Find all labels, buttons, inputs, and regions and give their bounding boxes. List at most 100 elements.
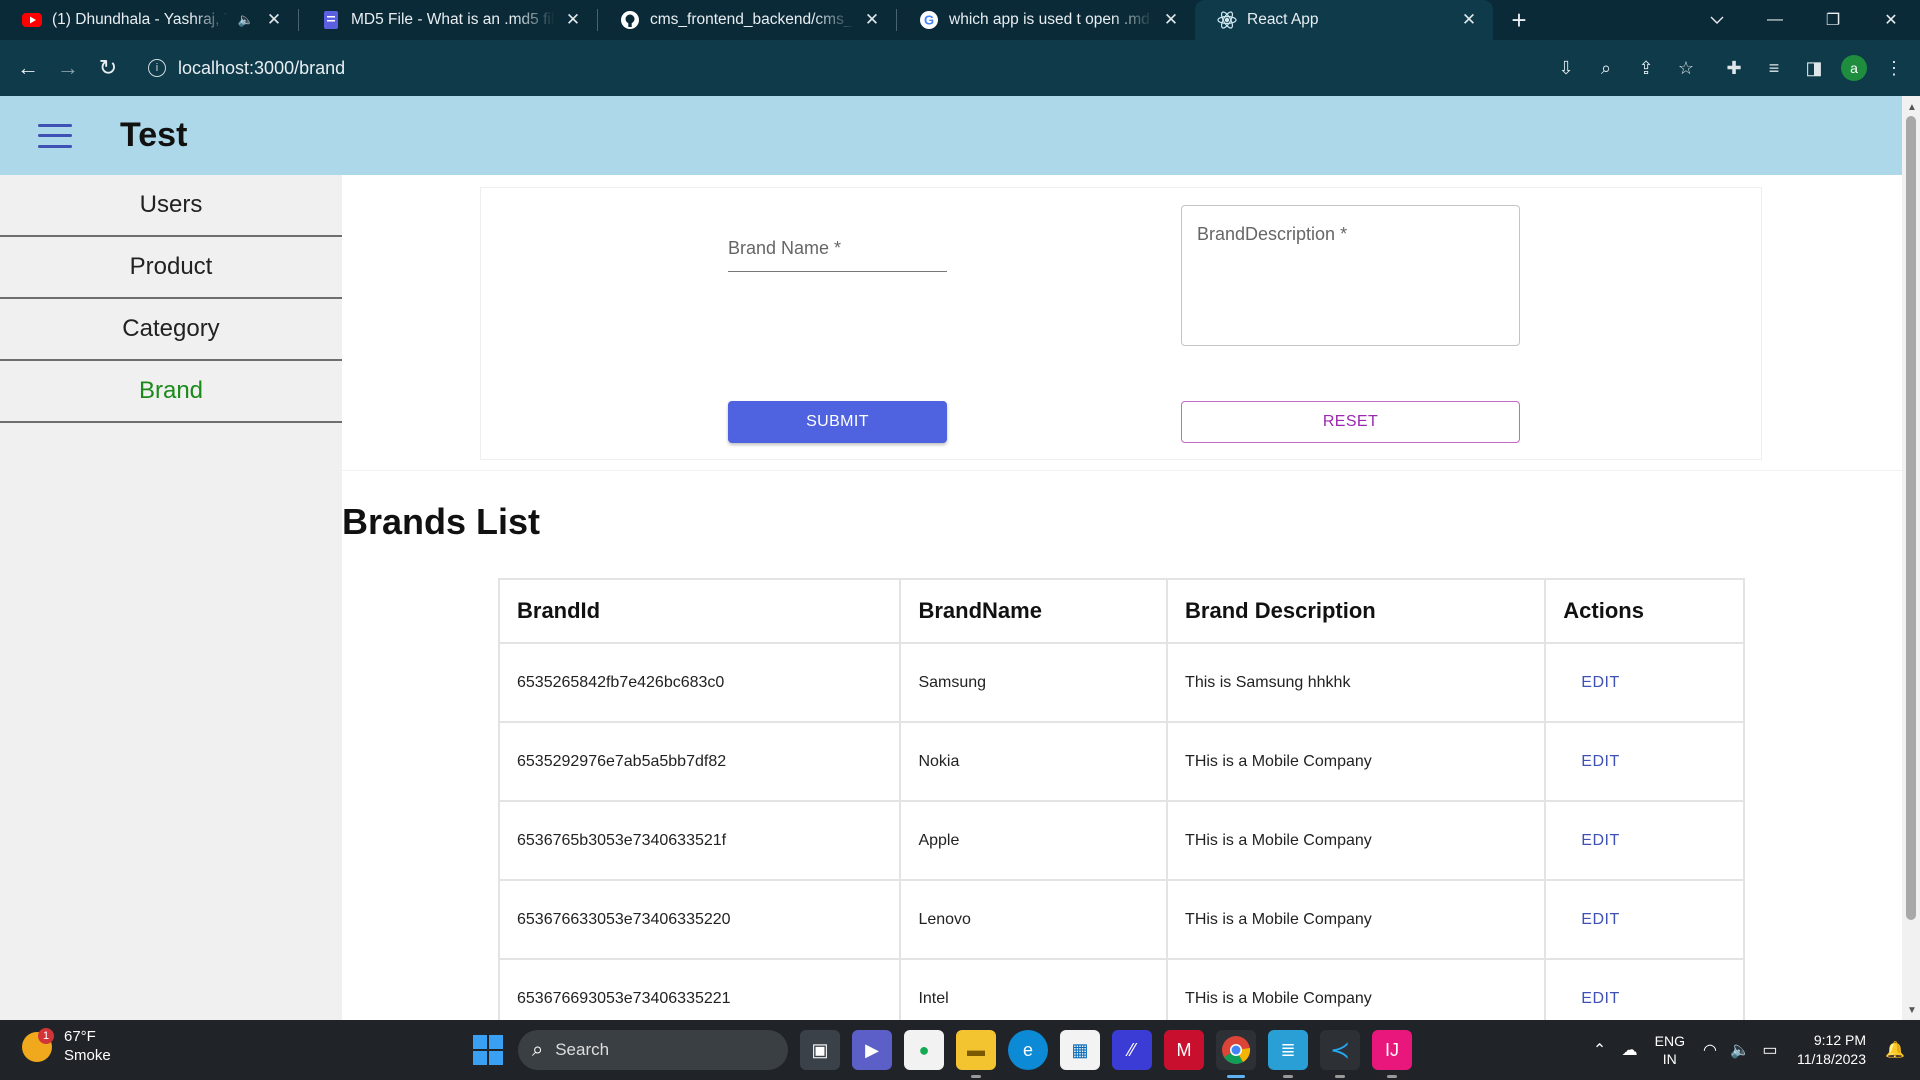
vscode-icon[interactable]: ≺: [1320, 1030, 1360, 1078]
brand-description-field[interactable]: BrandDescription *: [1181, 205, 1520, 346]
edit-button[interactable]: EDIT: [1544, 800, 1745, 881]
edit-button[interactable]: EDIT: [1544, 642, 1745, 723]
mongodb-compass-icon[interactable]: ●: [904, 1030, 944, 1070]
wifi-icon[interactable]: ◠: [1695, 1040, 1725, 1060]
column-header-brandname: BrandName: [899, 578, 1169, 644]
bookmark-star-icon[interactable]: ☆: [1668, 50, 1704, 86]
back-arrow-icon[interactable]: ←: [8, 48, 48, 88]
sidebar-item-product[interactable]: Product: [0, 237, 342, 299]
share-icon[interactable]: ⇪: [1628, 50, 1664, 86]
close-icon[interactable]: ✕: [264, 10, 284, 30]
brands-list-title: Brands List: [342, 501, 541, 542]
restore-button[interactable]: ❐: [1804, 0, 1862, 40]
youtube-icon: [22, 10, 42, 30]
brand-id-cell: 6535292976e7ab5a5bb7df82: [497, 721, 902, 802]
tab-title: (1) Dhundhala - Yashraj, Talw: [52, 11, 228, 28]
edit-button[interactable]: EDIT: [1544, 958, 1745, 1020]
scroll-down-arrow-icon[interactable]: ▼: [1907, 1005, 1917, 1016]
speaker-icon[interactable]: 🔈: [236, 10, 256, 30]
taskbar-search[interactable]: ⌕ Search: [518, 1030, 788, 1070]
browser-tab[interactable]: (1) Dhundhala - Yashraj, Talw 🔈 ✕: [0, 0, 298, 40]
brand-description-cell: THis is a Mobile Company: [1166, 958, 1547, 1020]
windows-taskbar: 1 67°F Smoke ⌕ Search ▣ ▶ ● ▬ e ▦ ⁄⁄ M ≣…: [0, 1020, 1920, 1080]
side-panel-icon[interactable]: ◨: [1796, 50, 1832, 86]
brand-id-cell: 653676693053e73406335221: [497, 958, 902, 1020]
mcafee-icon[interactable]: M: [1164, 1030, 1204, 1070]
battery-icon[interactable]: ▭: [1755, 1040, 1785, 1060]
brand-name-cell: Lenovo: [899, 879, 1169, 960]
document-icon: [321, 10, 341, 30]
scroll-up-arrow-icon[interactable]: ▲: [1907, 102, 1917, 113]
onedrive-icon[interactable]: ☁: [1615, 1040, 1645, 1060]
divider: [342, 470, 1902, 471]
studio3t-icon[interactable]: ⁄⁄: [1112, 1030, 1152, 1070]
sidebar-item-users[interactable]: Users: [0, 175, 342, 237]
zoom-icon[interactable]: ⌕: [1588, 50, 1624, 86]
svg-text:G: G: [924, 13, 934, 28]
table-row: 653676693053e73406335221 Intel THis is a…: [497, 958, 1745, 1020]
brand-name-field[interactable]: Brand Name *: [728, 228, 947, 272]
close-icon[interactable]: ✕: [1459, 10, 1479, 30]
brand-name-cell: Samsung: [899, 642, 1169, 723]
toolbar-right: ⇩ ⌕ ⇪ ☆ ✚ ≡ ◨ a ⋮: [1548, 48, 1912, 88]
forward-arrow-icon[interactable]: →: [48, 48, 88, 88]
browser-tab[interactable]: MD5 File - What is an .md5 file a ✕: [299, 0, 597, 40]
weather-widget[interactable]: 1 67°F Smoke: [22, 1028, 111, 1066]
edit-button[interactable]: EDIT: [1544, 879, 1745, 960]
reload-icon[interactable]: ↻: [88, 48, 128, 88]
windows-start-icon[interactable]: [470, 1032, 506, 1068]
weather-condition: Smoke: [64, 1047, 111, 1064]
hamburger-menu-icon[interactable]: [38, 123, 72, 148]
close-window-button[interactable]: ✕: [1862, 0, 1920, 40]
new-tab-button[interactable]: +: [1499, 0, 1539, 40]
column-header-description: Brand Description: [1166, 578, 1547, 644]
address-bar[interactable]: i localhost:3000/brand: [134, 48, 1534, 88]
brand-id-cell: 6535265842fb7e426bc683c0: [497, 642, 902, 723]
submit-button[interactable]: SUBMIT: [728, 401, 947, 443]
tab-title: React App: [1247, 11, 1319, 28]
close-icon[interactable]: ✕: [1161, 10, 1181, 30]
sidebar-item-category[interactable]: Category: [0, 299, 342, 361]
chevron-up-icon[interactable]: ⌃: [1585, 1040, 1615, 1060]
menu-kebab-icon[interactable]: ⋮: [1876, 50, 1912, 86]
clock-time: 9:12 PM: [1813, 1032, 1866, 1048]
close-icon[interactable]: ✕: [563, 10, 583, 30]
edge-browser-icon[interactable]: e: [1008, 1030, 1048, 1070]
intellij-idea-icon[interactable]: IJ: [1372, 1030, 1412, 1078]
tab-search-chevron-icon[interactable]: [1688, 0, 1746, 40]
language-indicator[interactable]: ENG IN: [1655, 1032, 1685, 1068]
region-code: IN: [1662, 1051, 1677, 1067]
volume-icon[interactable]: 🔈: [1725, 1040, 1755, 1060]
brand-name-cell: Apple: [899, 800, 1169, 881]
edit-button[interactable]: EDIT: [1544, 721, 1745, 802]
site-info-icon[interactable]: i: [148, 59, 166, 77]
file-explorer-icon[interactable]: ▬: [956, 1030, 996, 1078]
browser-tab[interactable]: G which app is used t open .md fil ✕: [897, 0, 1195, 40]
page-scrollbar[interactable]: ▲ ▼: [1902, 96, 1920, 1020]
brand-id-cell: 6536765b3053e7340633521f: [497, 800, 902, 881]
clock-date: 11/18/2023: [1796, 1051, 1866, 1067]
extensions-icon[interactable]: ✚: [1716, 50, 1752, 86]
teams-chat-icon[interactable]: ▶: [852, 1030, 892, 1070]
browser-tab-active[interactable]: React App ✕: [1195, 0, 1493, 40]
system-tray: ⌃ ☁ ENG IN ◠ 🔈 ▭ 9:12 PM 11/18/2023 🔔: [1585, 1020, 1920, 1080]
sidebar-item-brand[interactable]: Brand: [0, 361, 342, 423]
media-queue-icon[interactable]: ≡: [1756, 50, 1792, 86]
notepad-icon[interactable]: ≣: [1268, 1030, 1308, 1078]
clock[interactable]: 9:12 PM 11/18/2023: [1797, 1031, 1866, 1069]
reset-button[interactable]: RESET: [1181, 401, 1520, 443]
browser-tab[interactable]: cms_frontend_backend/cms_rea ✕: [598, 0, 896, 40]
microsoft-store-icon[interactable]: ▦: [1060, 1030, 1100, 1070]
app-title: Test: [120, 116, 188, 154]
scrollbar-thumb[interactable]: [1906, 116, 1916, 920]
chrome-browser-icon[interactable]: [1216, 1030, 1256, 1078]
close-icon[interactable]: ✕: [862, 10, 882, 30]
notification-bell-icon[interactable]: 🔔: [1880, 1040, 1910, 1060]
task-view-icon[interactable]: ▣: [800, 1030, 840, 1070]
install-app-icon[interactable]: ⇩: [1548, 50, 1584, 86]
profile-avatar[interactable]: a: [1836, 50, 1872, 86]
url-text: localhost:3000/brand: [178, 57, 346, 78]
weather-sun-icon: 1: [22, 1028, 54, 1062]
sidebar: Users Product Category Brand: [0, 175, 342, 1020]
minimize-button[interactable]: —: [1746, 0, 1804, 40]
